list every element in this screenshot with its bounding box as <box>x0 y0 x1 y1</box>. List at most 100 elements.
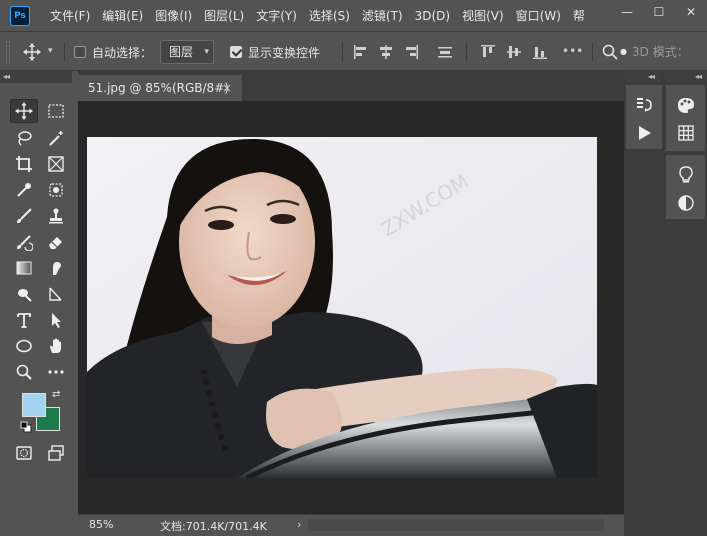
options-separator <box>592 42 593 62</box>
align-top-edges-icon[interactable] <box>480 44 496 60</box>
marquee-tool[interactable] <box>42 99 70 123</box>
adjustments-icon <box>678 195 694 211</box>
menu-type[interactable]: 文字(Y) <box>250 0 303 32</box>
swap-colors-icon[interactable]: ⇄ <box>52 389 60 400</box>
align-left-edges-icon[interactable] <box>353 44 369 60</box>
menu-3d[interactable]: 3D(D) <box>409 0 456 32</box>
auto-select-target-dropdown[interactable]: 图层 ▾ <box>160 40 214 64</box>
show-transform-checkbox[interactable] <box>230 46 242 58</box>
document-tab-bar: 51.jpg @ 85%(RGB/8#) × <box>78 71 624 101</box>
object-select-tool[interactable] <box>42 178 70 202</box>
close-tab-icon[interactable]: × <box>222 75 232 101</box>
adjustments-panel-button[interactable] <box>676 193 696 213</box>
document-image[interactable]: ZXW.COM <box>87 137 597 478</box>
tool-preset-caret-icon[interactable]: ▾ <box>48 46 53 56</box>
3d-mode-label: 3D 模式： <box>632 45 689 59</box>
default-colors-icon[interactable] <box>20 421 32 433</box>
color-panel-button[interactable] <box>676 95 696 115</box>
distribute-horizontal-icon[interactable] <box>437 44 453 60</box>
options-bar-grip[interactable] <box>6 41 10 63</box>
history-panel-button[interactable] <box>634 95 654 115</box>
history-brush-tool[interactable] <box>10 230 38 254</box>
menu-image[interactable]: 图像(I) <box>149 0 198 32</box>
actions-play-icon <box>639 126 651 140</box>
crop-icon <box>16 156 32 172</box>
panel-column-2b <box>666 155 705 219</box>
ellipse-icon <box>16 339 32 353</box>
path-select-icon <box>52 313 61 328</box>
menu-layer[interactable]: 图层(L) <box>198 0 250 32</box>
search-icon[interactable] <box>602 44 618 60</box>
panel-dock-collapse-right[interactable]: ◂◂ <box>664 71 707 83</box>
auto-select-checkbox[interactable] <box>74 46 86 58</box>
right-panel-dock: ◂◂ ◂◂ <box>624 71 707 536</box>
magic-wand-tool[interactable] <box>42 126 70 150</box>
more-tools-button[interactable] <box>42 360 70 384</box>
marquee-icon <box>48 104 64 118</box>
frame-tool[interactable] <box>42 152 70 176</box>
smudge-tool[interactable] <box>42 256 70 280</box>
stamp-tool[interactable] <box>42 204 70 228</box>
menu-view[interactable]: 视图(V) <box>456 0 510 32</box>
crop-tool[interactable] <box>10 152 38 176</box>
color-icon <box>678 98 694 113</box>
more-options-icon[interactable]: ••• <box>562 44 583 58</box>
close-button[interactable]: ✕ <box>675 0 707 24</box>
pen-tool[interactable] <box>42 282 70 306</box>
horizontal-scrollbar[interactable] <box>308 519 604 531</box>
maximize-button[interactable]: ☐ <box>643 0 675 24</box>
swatches-icon <box>678 125 694 141</box>
learn-panel-button[interactable] <box>676 165 696 185</box>
zoom-level[interactable]: 85% <box>89 518 113 531</box>
menu-select[interactable]: 选择(S) <box>303 0 356 32</box>
menu-edit[interactable]: 编辑(E) <box>96 0 149 32</box>
move-tool-preset-icon[interactable] <box>22 43 42 61</box>
object-select-icon <box>49 183 63 197</box>
align-horizontal-centers-icon[interactable] <box>378 44 394 60</box>
ellipse-tool[interactable] <box>10 334 38 358</box>
document-tab[interactable]: 51.jpg @ 85%(RGB/8#) × <box>78 75 242 101</box>
quick-mask-button[interactable] <box>10 441 38 465</box>
path-select-tool[interactable] <box>42 308 70 332</box>
panel-dock-collapse-left[interactable]: ◂◂ <box>624 71 660 83</box>
menu-window[interactable]: 窗口(W) <box>510 0 567 32</box>
align-right-edges-icon[interactable] <box>403 44 419 60</box>
hand-tool[interactable] <box>42 334 70 358</box>
status-menu-arrow-icon[interactable]: › <box>297 518 301 531</box>
main-menu: 文件(F) 编辑(E) 图像(I) 图层(L) 文字(Y) 选择(S) 滤镜(T… <box>44 0 591 32</box>
zoom-tool[interactable] <box>10 360 38 384</box>
show-transform-label: 显示变换控件 <box>248 46 321 60</box>
dodge-tool[interactable] <box>10 282 38 306</box>
foreground-color-swatch[interactable] <box>22 393 46 417</box>
eraser-tool[interactable] <box>42 230 70 254</box>
screen-mode-button[interactable] <box>42 441 70 465</box>
dot-icon: ● <box>620 47 627 56</box>
panel-column-1 <box>626 85 662 149</box>
gradient-tool[interactable] <box>10 256 38 280</box>
move-tool[interactable] <box>10 99 38 123</box>
menu-filter[interactable]: 滤镜(T) <box>356 0 409 32</box>
swatches-panel-button[interactable] <box>676 123 696 143</box>
type-tool[interactable] <box>10 308 38 332</box>
align-bottom-edges-icon[interactable] <box>532 44 548 60</box>
smudge-icon <box>53 262 61 275</box>
zoom-icon <box>16 364 32 380</box>
gradient-icon <box>16 261 32 275</box>
options-separator <box>64 42 65 62</box>
minimize-button[interactable]: — <box>611 0 643 24</box>
menu-file[interactable]: 文件(F) <box>44 0 96 32</box>
actions-panel-button[interactable] <box>634 123 654 143</box>
type-icon <box>17 313 31 328</box>
menu-help[interactable]: 帮 <box>567 0 591 32</box>
canvas-area[interactable]: ZXW.COM <box>78 101 624 514</box>
hand-icon <box>50 338 61 353</box>
lasso-tool[interactable] <box>10 126 38 150</box>
lasso-icon <box>18 131 32 146</box>
toolbox-collapse-strip[interactable]: ◂◂ <box>0 71 72 83</box>
magic-wand-icon <box>49 131 63 146</box>
align-vertical-centers-icon[interactable] <box>506 44 522 60</box>
eyedropper-tool[interactable] <box>10 178 38 202</box>
brush-tool[interactable] <box>10 204 38 228</box>
frame-icon <box>48 156 64 172</box>
brush-icon <box>17 208 32 223</box>
